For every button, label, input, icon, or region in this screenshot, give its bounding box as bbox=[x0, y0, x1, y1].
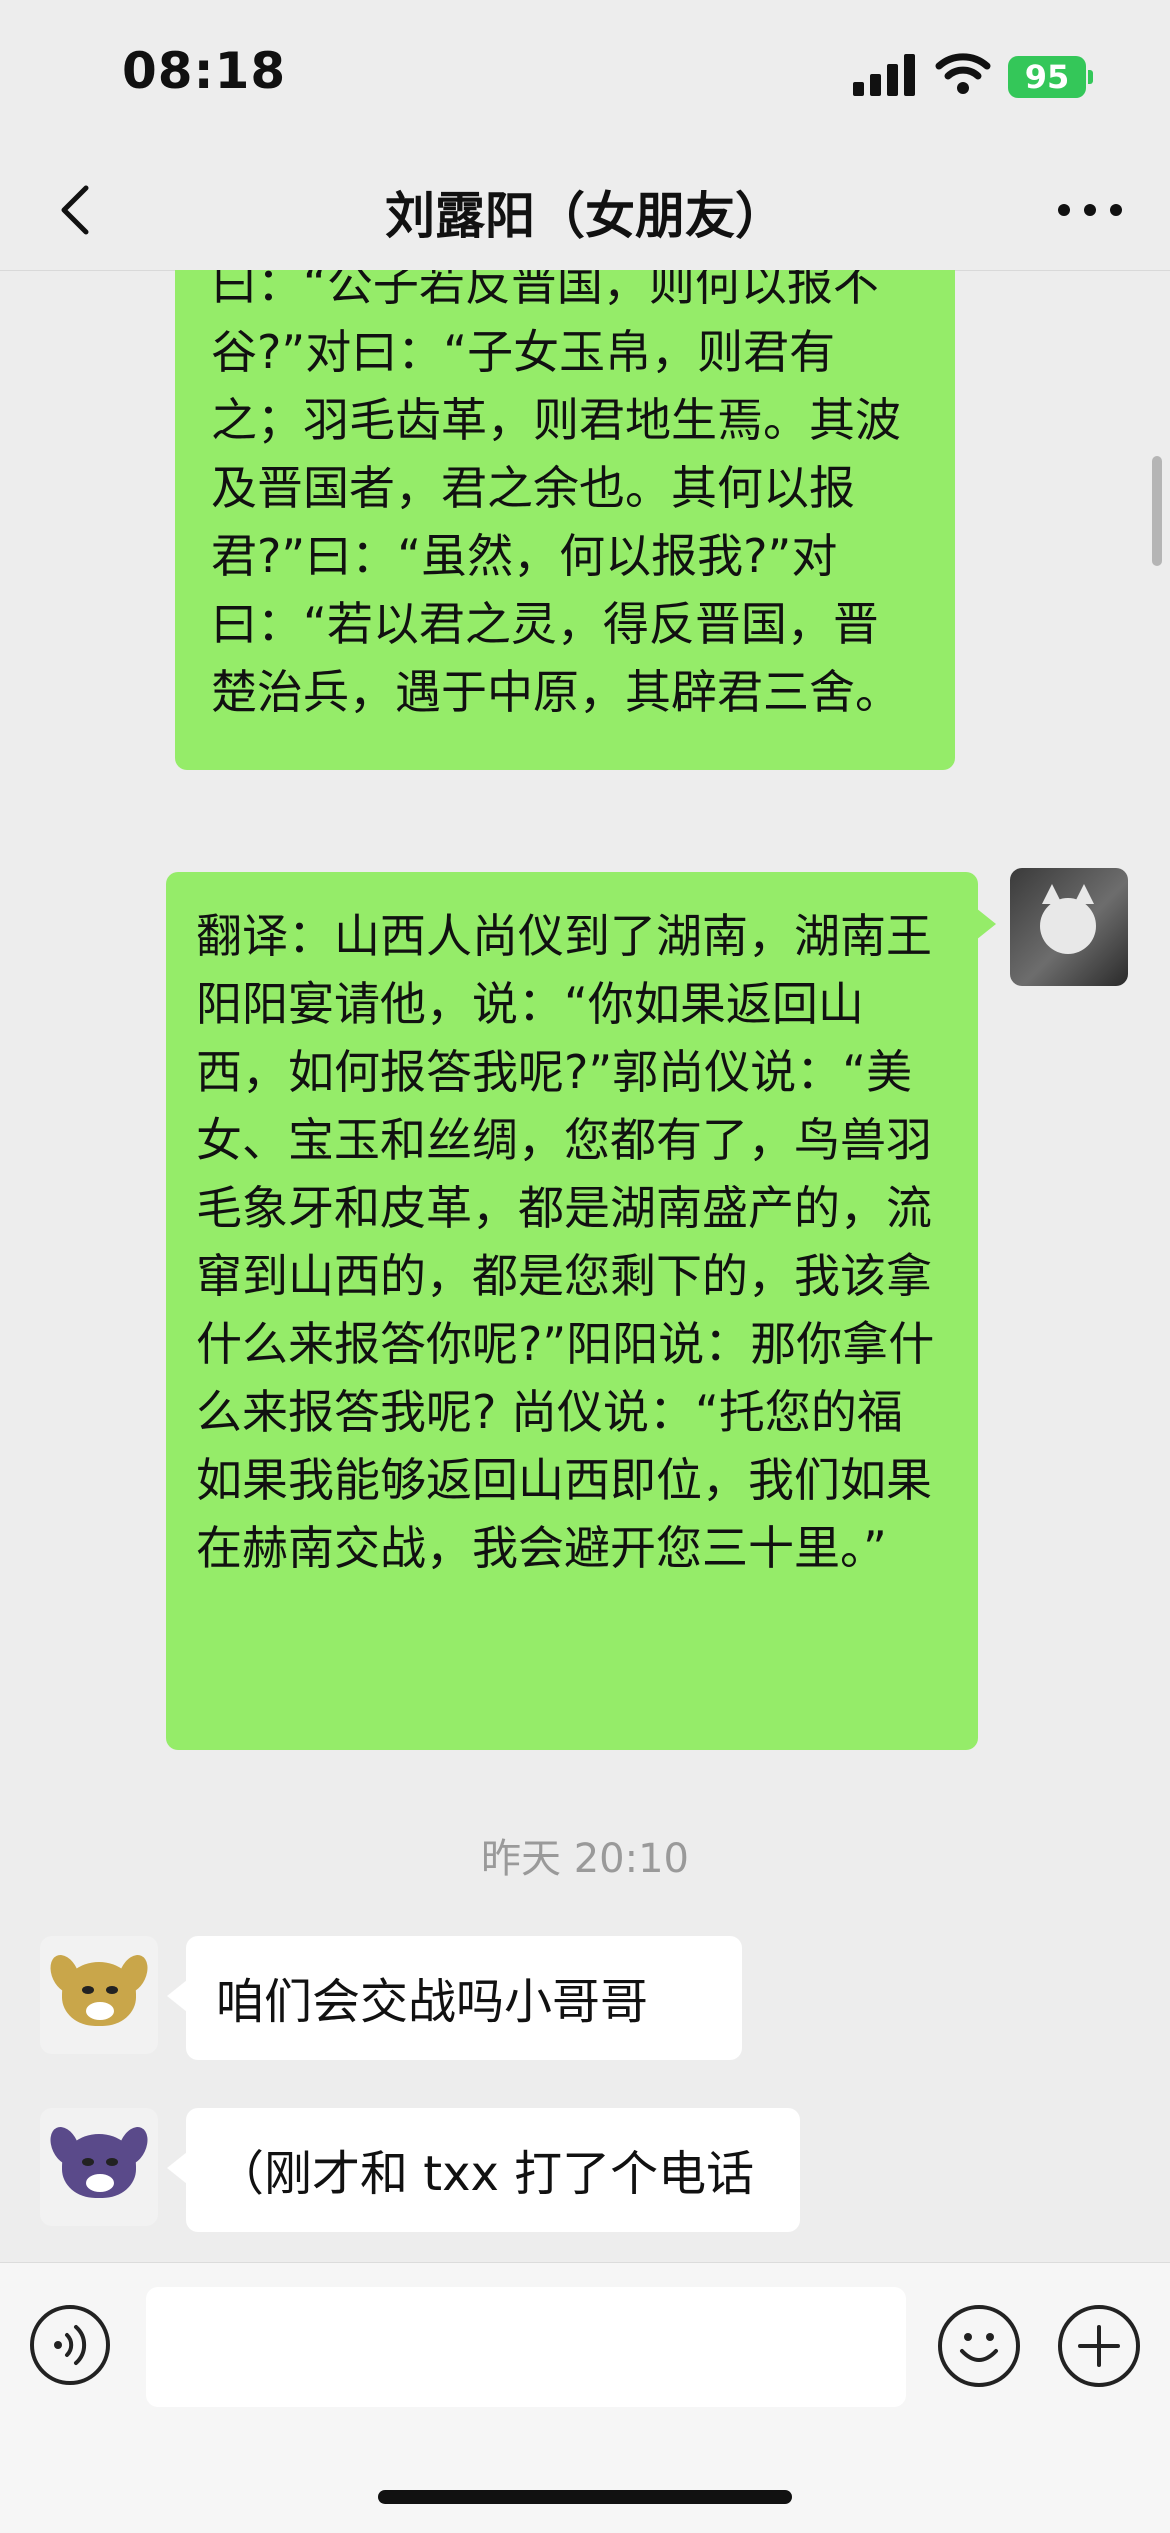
cellular-signal-icon bbox=[853, 52, 917, 96]
plus-glyph bbox=[1078, 2325, 1120, 2367]
more-horizontal-icon[interactable] bbox=[1050, 180, 1130, 240]
plus-icon[interactable] bbox=[1058, 2305, 1140, 2387]
chat-header: 刘露阳（女朋友） bbox=[0, 150, 1170, 271]
chat-title[interactable]: 刘露阳（女朋友） bbox=[0, 176, 1170, 248]
message-list[interactable]: 曰：“公子若反晋国，则何以报不谷?”对曰：“子女玉帛，则君有之；羽毛齿革，则君地… bbox=[0, 270, 1170, 2260]
bubble-tail bbox=[167, 1980, 187, 2012]
received-message-bubble[interactable]: 咱们会交战吗小哥哥 bbox=[186, 1936, 742, 2060]
battery-level: 95 bbox=[1024, 58, 1070, 96]
message-input[interactable] bbox=[146, 2287, 906, 2407]
my-avatar[interactable] bbox=[1010, 868, 1128, 986]
wifi-icon bbox=[935, 53, 991, 94]
sent-message-bubble[interactable]: 翻译：山西人尚仪到了湖南，湖南王阳阳宴请他，说：“你如果返回山西，如何报答我呢?… bbox=[166, 872, 978, 1750]
status-bar: 08:18 95 bbox=[0, 0, 1170, 150]
voice-wave-glyph bbox=[54, 2325, 87, 2365]
sent-message-bubble[interactable]: 曰：“公子若反晋国，则何以报不谷?”对曰：“子女玉帛，则君有之；羽毛齿革，则君地… bbox=[175, 270, 955, 770]
bubble-tail bbox=[976, 908, 996, 940]
contact-avatar[interactable] bbox=[40, 2108, 158, 2226]
battery-nub bbox=[1088, 70, 1093, 84]
received-message-bubble[interactable]: （刚才和 txx 打了个电话 bbox=[186, 2108, 800, 2232]
bubble-tail bbox=[167, 2152, 187, 2184]
emoji-icon[interactable] bbox=[938, 2305, 1020, 2387]
smiley-glyph bbox=[960, 2333, 998, 2362]
home-indicator[interactable] bbox=[378, 2490, 792, 2504]
message-timestamp: 昨天 20:10 bbox=[481, 1836, 689, 1882]
cat-icon bbox=[1040, 884, 1096, 954]
status-time: 08:18 bbox=[122, 42, 287, 100]
scrollbar[interactable] bbox=[1152, 456, 1162, 566]
contact-avatar[interactable] bbox=[40, 1936, 158, 2054]
voice-icon[interactable] bbox=[30, 2305, 110, 2385]
battery-icon: 95 bbox=[1008, 56, 1086, 98]
